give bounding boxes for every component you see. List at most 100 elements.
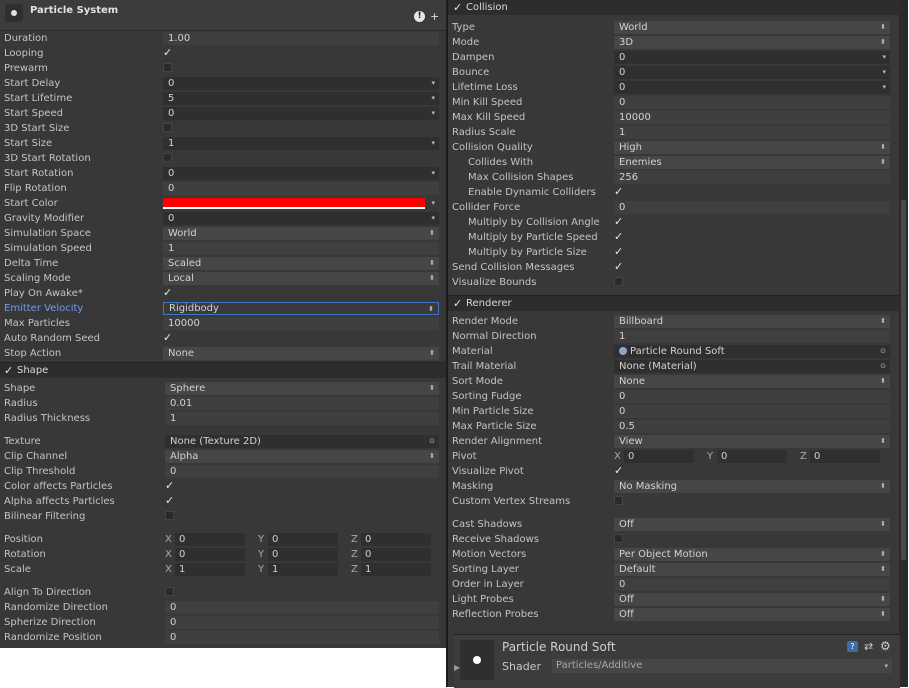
stop-action-dropdown[interactable]: None ⬍ <box>163 347 439 360</box>
material-field[interactable]: Particle Round Soft ⊙ <box>614 345 890 358</box>
auto-random-seed-checkbox[interactable]: ✓ <box>163 332 172 343</box>
material-preview-sphere[interactable] <box>460 640 494 680</box>
object-picker-icon[interactable]: ⊙ <box>429 435 435 448</box>
position-y-field[interactable]: 0 <box>268 533 338 546</box>
chevron-down-icon[interactable]: ▾ <box>882 66 886 79</box>
chevron-down-icon[interactable]: ▾ <box>431 92 435 105</box>
align-to-direction-checkbox[interactable] <box>165 587 174 596</box>
scaling-mode-dropdown[interactable]: Local ⬍ <box>163 272 439 285</box>
max-collision-shapes-field[interactable]: 256 <box>614 171 890 184</box>
foldout-arrow-icon[interactable]: ▶ <box>454 663 460 672</box>
gear-icon[interactable]: ⚙ <box>880 639 891 653</box>
flip-rotation-field[interactable]: 0 <box>163 182 439 195</box>
emitter-velocity-dropdown[interactable]: Rigidbody ⬍ <box>163 302 439 315</box>
start-speed-field[interactable]: 0 ▾ <box>163 107 439 120</box>
order-in-layer-field[interactable]: 0 <box>614 578 890 591</box>
clip-channel-dropdown[interactable]: Alpha ⬍ <box>165 450 439 463</box>
simulation-speed-field[interactable]: 1 <box>163 242 439 255</box>
rotation-x-field[interactable]: 0 <box>175 548 245 561</box>
receive-shadows-checkbox[interactable] <box>614 534 623 543</box>
prewarm-checkbox[interactable] <box>163 63 172 72</box>
normal-direction-field[interactable]: 1 <box>614 330 890 343</box>
chevron-down-icon[interactable]: ▾ <box>431 77 435 90</box>
spherize-direction-field[interactable]: 0 <box>165 616 439 629</box>
bounce-field[interactable]: 0 ▾ <box>614 66 890 79</box>
chevron-down-icon[interactable]: ▾ <box>431 167 435 180</box>
collision-module-header[interactable]: ✓ Collision <box>448 0 908 15</box>
chevron-down-icon[interactable]: ▾ <box>431 137 435 150</box>
start-delay-field[interactable]: 0 ▾ <box>163 77 439 90</box>
chevron-down-icon[interactable]: ▾ <box>882 51 886 64</box>
delta-time-dropdown[interactable]: Scaled ⬍ <box>163 257 439 270</box>
shape-module-header[interactable]: ✓ Shape <box>0 362 446 378</box>
help-icon[interactable]: ? <box>847 641 858 652</box>
object-picker-icon[interactable]: ⊙ <box>880 360 886 373</box>
chevron-down-icon[interactable]: ▾ <box>431 212 435 225</box>
alpha-affects-particles-checkbox[interactable]: ✓ <box>165 495 174 506</box>
simulation-space-dropdown[interactable]: World ⬍ <box>163 227 439 240</box>
renderer-module-toggle[interactable]: ✓ <box>453 296 462 311</box>
trail-material-field[interactable]: None (Material) ⊙ <box>614 360 890 373</box>
visualize-bounds-checkbox[interactable] <box>614 277 623 286</box>
pivot-z-field[interactable]: 0 <box>810 450 880 463</box>
multiply-by-particle-speed-checkbox[interactable]: ✓ <box>614 231 623 242</box>
max-particle-size-field[interactable]: 0.5 <box>614 420 890 433</box>
texture-field[interactable]: None (Texture 2D) ⊙ <box>165 435 439 448</box>
start-size-field[interactable]: 1 ▾ <box>163 137 439 150</box>
min-particle-size-field[interactable]: 0 <box>614 405 890 418</box>
sorting-layer-dropdown[interactable]: Default ⬍ <box>614 563 890 576</box>
randomize-direction-field[interactable]: 0 <box>165 601 439 614</box>
rotation-y-field[interactable]: 0 <box>268 548 338 561</box>
looping-checkbox[interactable]: ✓ <box>163 47 172 58</box>
shape-module-toggle[interactable]: ✓ <box>4 363 13 378</box>
multiply-by-particle-size-checkbox[interactable]: ✓ <box>614 246 623 257</box>
chevron-down-icon[interactable]: ▾ <box>882 81 886 94</box>
radius-field[interactable]: 0.01 <box>165 397 439 410</box>
chevron-down-icon[interactable]: ▾ <box>431 107 435 120</box>
add-icon[interactable]: + <box>430 11 439 22</box>
render-alignment-dropdown[interactable]: View ⬍ <box>614 435 890 448</box>
renderer-module-header[interactable]: ✓ Renderer <box>448 295 908 311</box>
position-x-field[interactable]: 0 <box>175 533 245 546</box>
render-mode-dropdown[interactable]: Billboard ⬍ <box>614 315 890 328</box>
min-kill-speed-field[interactable]: 0 <box>614 96 890 109</box>
duration-field[interactable]: 1.00 <box>163 32 439 45</box>
collides-with-dropdown[interactable]: Enemies ⬍ <box>614 156 890 169</box>
sort-mode-dropdown[interactable]: None ⬍ <box>614 375 890 388</box>
dampen-field[interactable]: 0 ▾ <box>614 51 890 64</box>
position-z-field[interactable]: 0 <box>361 533 431 546</box>
radius-thickness-field[interactable]: 1 <box>165 412 439 425</box>
pivot-x-field[interactable]: 0 <box>624 450 694 463</box>
cast-shadows-dropdown[interactable]: Off ⬍ <box>614 518 890 531</box>
max-kill-speed-field[interactable]: 10000 <box>614 111 890 124</box>
randomize-position-field[interactable]: 0 <box>165 631 439 644</box>
clip-threshold-field[interactable]: 0 <box>165 465 439 478</box>
shape-dropdown[interactable]: Sphere ⬍ <box>165 382 439 395</box>
mode-dropdown[interactable]: 3D ⬍ <box>614 36 890 49</box>
sorting-fudge-field[interactable]: 0 <box>614 390 890 403</box>
gravity-modifier-field[interactable]: 0 ▾ <box>163 212 439 225</box>
3d-start-size-checkbox[interactable] <box>163 123 172 132</box>
shader-dropdown[interactable]: Particles/Additive ▾ <box>552 659 892 673</box>
color-affects-particles-checkbox[interactable]: ✓ <box>165 480 174 491</box>
custom-vertex-streams-checkbox[interactable] <box>614 496 623 505</box>
multiply-by-collision-angle-checkbox[interactable]: ✓ <box>614 216 623 227</box>
collider-force-field[interactable]: 0 <box>614 201 890 214</box>
play-on-awake-checkbox[interactable]: ✓ <box>163 287 172 298</box>
object-picker-icon[interactable]: ⊙ <box>880 345 886 358</box>
inspector-scrollbar[interactable] <box>899 0 908 687</box>
start-lifetime-field[interactable]: 5 ▾ <box>163 92 439 105</box>
enable-dynamic-colliders-checkbox[interactable]: ✓ <box>614 186 623 197</box>
masking-dropdown[interactable]: No Masking ⬍ <box>614 480 890 493</box>
scale-z-field[interactable]: 1 <box>361 563 431 576</box>
light-probes-dropdown[interactable]: Off ⬍ <box>614 593 890 606</box>
max-particles-field[interactable]: 10000 <box>163 317 439 330</box>
visualize-pivot-checkbox[interactable]: ✓ <box>614 465 623 476</box>
motion-vectors-dropdown[interactable]: Per Object Motion ⬍ <box>614 548 890 561</box>
chevron-down-icon[interactable]: ▾ <box>431 197 435 210</box>
start-rotation-field[interactable]: 0 ▾ <box>163 167 439 180</box>
collision-quality-dropdown[interactable]: High ⬍ <box>614 141 890 154</box>
pivot-y-field[interactable]: 0 <box>717 450 787 463</box>
preset-icon[interactable]: ⇄ <box>864 640 873 653</box>
scale-y-field[interactable]: 1 <box>268 563 338 576</box>
